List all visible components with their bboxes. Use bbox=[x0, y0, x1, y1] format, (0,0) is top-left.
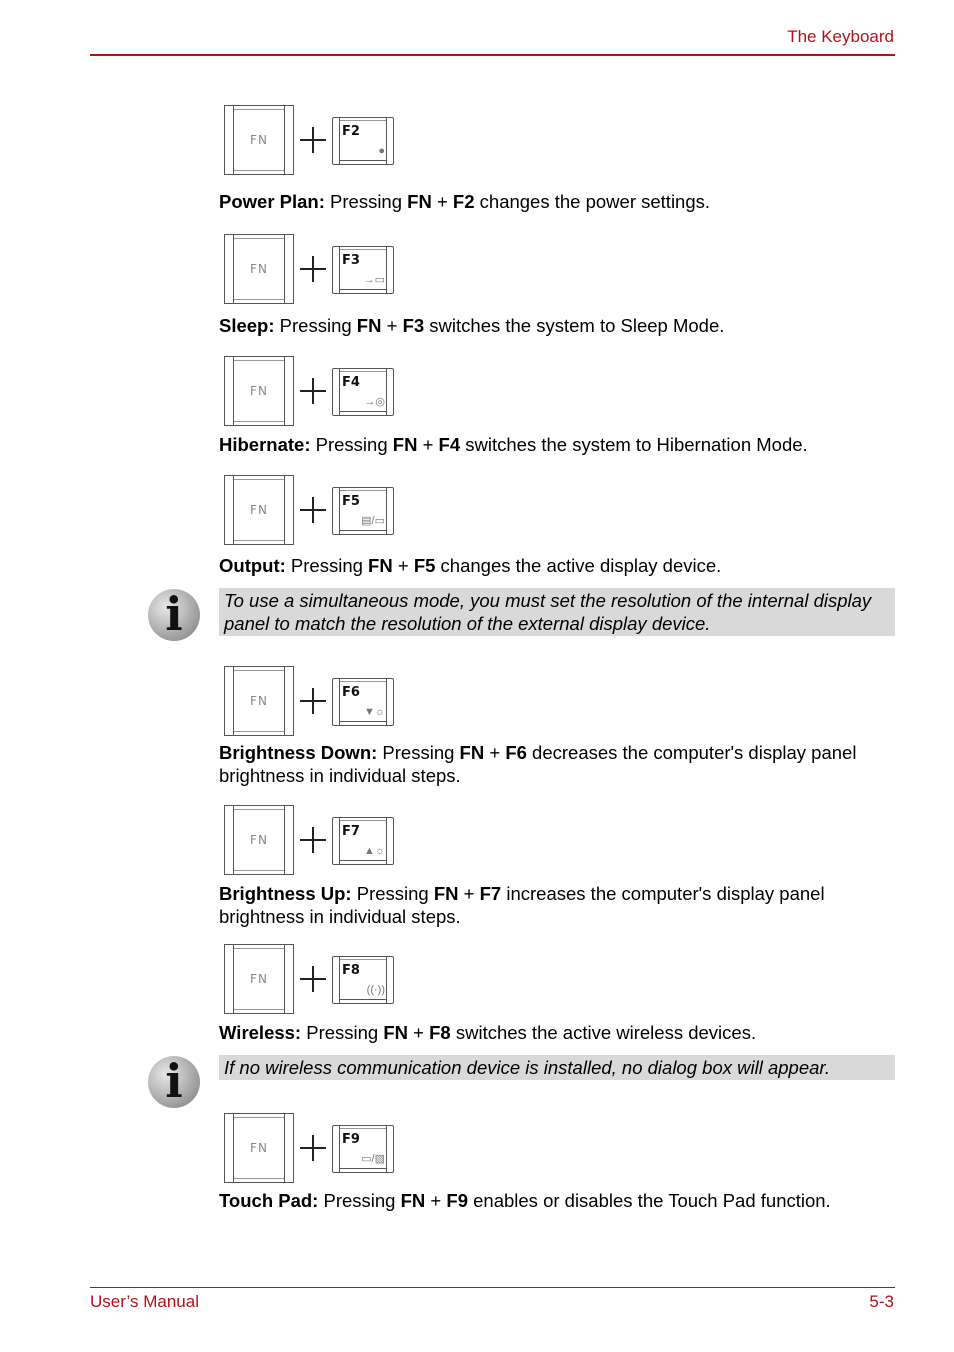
plus-icon bbox=[300, 497, 326, 523]
brightness-up-description: Brightness Up: Pressing FN + F7 increase… bbox=[219, 883, 825, 927]
hibernate-description: Hibernate: Pressing FN + F4 switches the… bbox=[219, 434, 808, 455]
key-combo-fn-f4: FN F4 →◎ bbox=[222, 354, 397, 428]
fn-key-icon: FN bbox=[224, 666, 294, 736]
plus-icon bbox=[300, 827, 326, 853]
info-icon: i bbox=[148, 587, 200, 641]
brightness-down-description: Brightness Down: Pressing FN + F6 decrea… bbox=[219, 742, 857, 786]
footer-manual-label: User’s Manual bbox=[90, 1292, 199, 1311]
output-description: Output: Pressing FN + F5 changes the act… bbox=[219, 555, 722, 576]
output-icon: ▤/▭ bbox=[361, 515, 385, 527]
sleep-icon: →▭ bbox=[363, 274, 385, 286]
key-combo-fn-f9: FN F9 ▭/▧ bbox=[222, 1111, 397, 1185]
fn-key-icon: FN bbox=[224, 1113, 294, 1183]
wireless-icon: ((·)) bbox=[366, 984, 385, 996]
sleep-description: Sleep: Pressing FN + F3 switches the sys… bbox=[219, 315, 725, 336]
hibernate-icon: →◎ bbox=[364, 396, 385, 408]
f5-key-icon: F5 ▤/▭ bbox=[332, 487, 394, 535]
page-number: 5-3 bbox=[869, 1292, 894, 1311]
header-rule bbox=[90, 54, 895, 56]
plus-icon bbox=[300, 966, 326, 992]
fn-key-icon: FN bbox=[224, 105, 294, 175]
plus-icon bbox=[300, 256, 326, 282]
note-wireless: If no wireless communication device is i… bbox=[219, 1055, 895, 1080]
plus-icon bbox=[300, 1135, 326, 1161]
fn-key-icon: FN bbox=[224, 944, 294, 1014]
fn-key-icon: FN bbox=[224, 356, 294, 426]
fn-key-icon: FN bbox=[224, 234, 294, 304]
plus-icon bbox=[300, 688, 326, 714]
f7-key-icon: F7 ▲☼ bbox=[332, 817, 394, 865]
fn-key-icon: FN bbox=[224, 475, 294, 545]
power-plan-description: Power Plan: Pressing FN + F2 changes the… bbox=[219, 191, 711, 212]
brightness-up-icon: ▲☼ bbox=[364, 845, 385, 857]
key-combo-fn-f3: FN F3 →▭ bbox=[222, 232, 397, 306]
power-plan-icon: ● bbox=[378, 145, 385, 157]
wireless-description: Wireless: Pressing FN + F8 switches the … bbox=[219, 1022, 757, 1043]
key-combo-fn-f8: FN F8 ((·)) bbox=[222, 942, 397, 1016]
f8-key-icon: F8 ((·)) bbox=[332, 956, 394, 1004]
key-combo-fn-f6: FN F6 ▼☼ bbox=[222, 664, 397, 738]
key-combo-fn-f7: FN F7 ▲☼ bbox=[222, 803, 397, 877]
fn-key-icon: FN bbox=[224, 805, 294, 875]
brightness-down-icon: ▼☼ bbox=[364, 706, 385, 718]
note-simultaneous-mode: To use a simultaneous mode, you must set… bbox=[219, 588, 895, 636]
key-combo-fn-f5: FN F5 ▤/▭ bbox=[222, 473, 397, 547]
f4-key-icon: F4 →◎ bbox=[332, 368, 394, 416]
f3-key-icon: F3 →▭ bbox=[332, 246, 394, 294]
key-combo-fn-f2: FN F2 ● bbox=[222, 103, 397, 177]
touchpad-icon: ▭/▧ bbox=[361, 1153, 385, 1165]
f2-key-icon: F2 ● bbox=[332, 117, 394, 165]
f9-key-icon: F9 ▭/▧ bbox=[332, 1125, 394, 1173]
info-icon: i bbox=[148, 1054, 200, 1108]
plus-icon bbox=[300, 127, 326, 153]
plus-icon bbox=[300, 378, 326, 404]
f6-key-icon: F6 ▼☼ bbox=[332, 678, 394, 726]
header-title: The Keyboard bbox=[787, 27, 894, 46]
touchpad-description: Touch Pad: Pressing FN + F9 enables or d… bbox=[219, 1190, 831, 1211]
footer-rule bbox=[90, 1287, 895, 1288]
